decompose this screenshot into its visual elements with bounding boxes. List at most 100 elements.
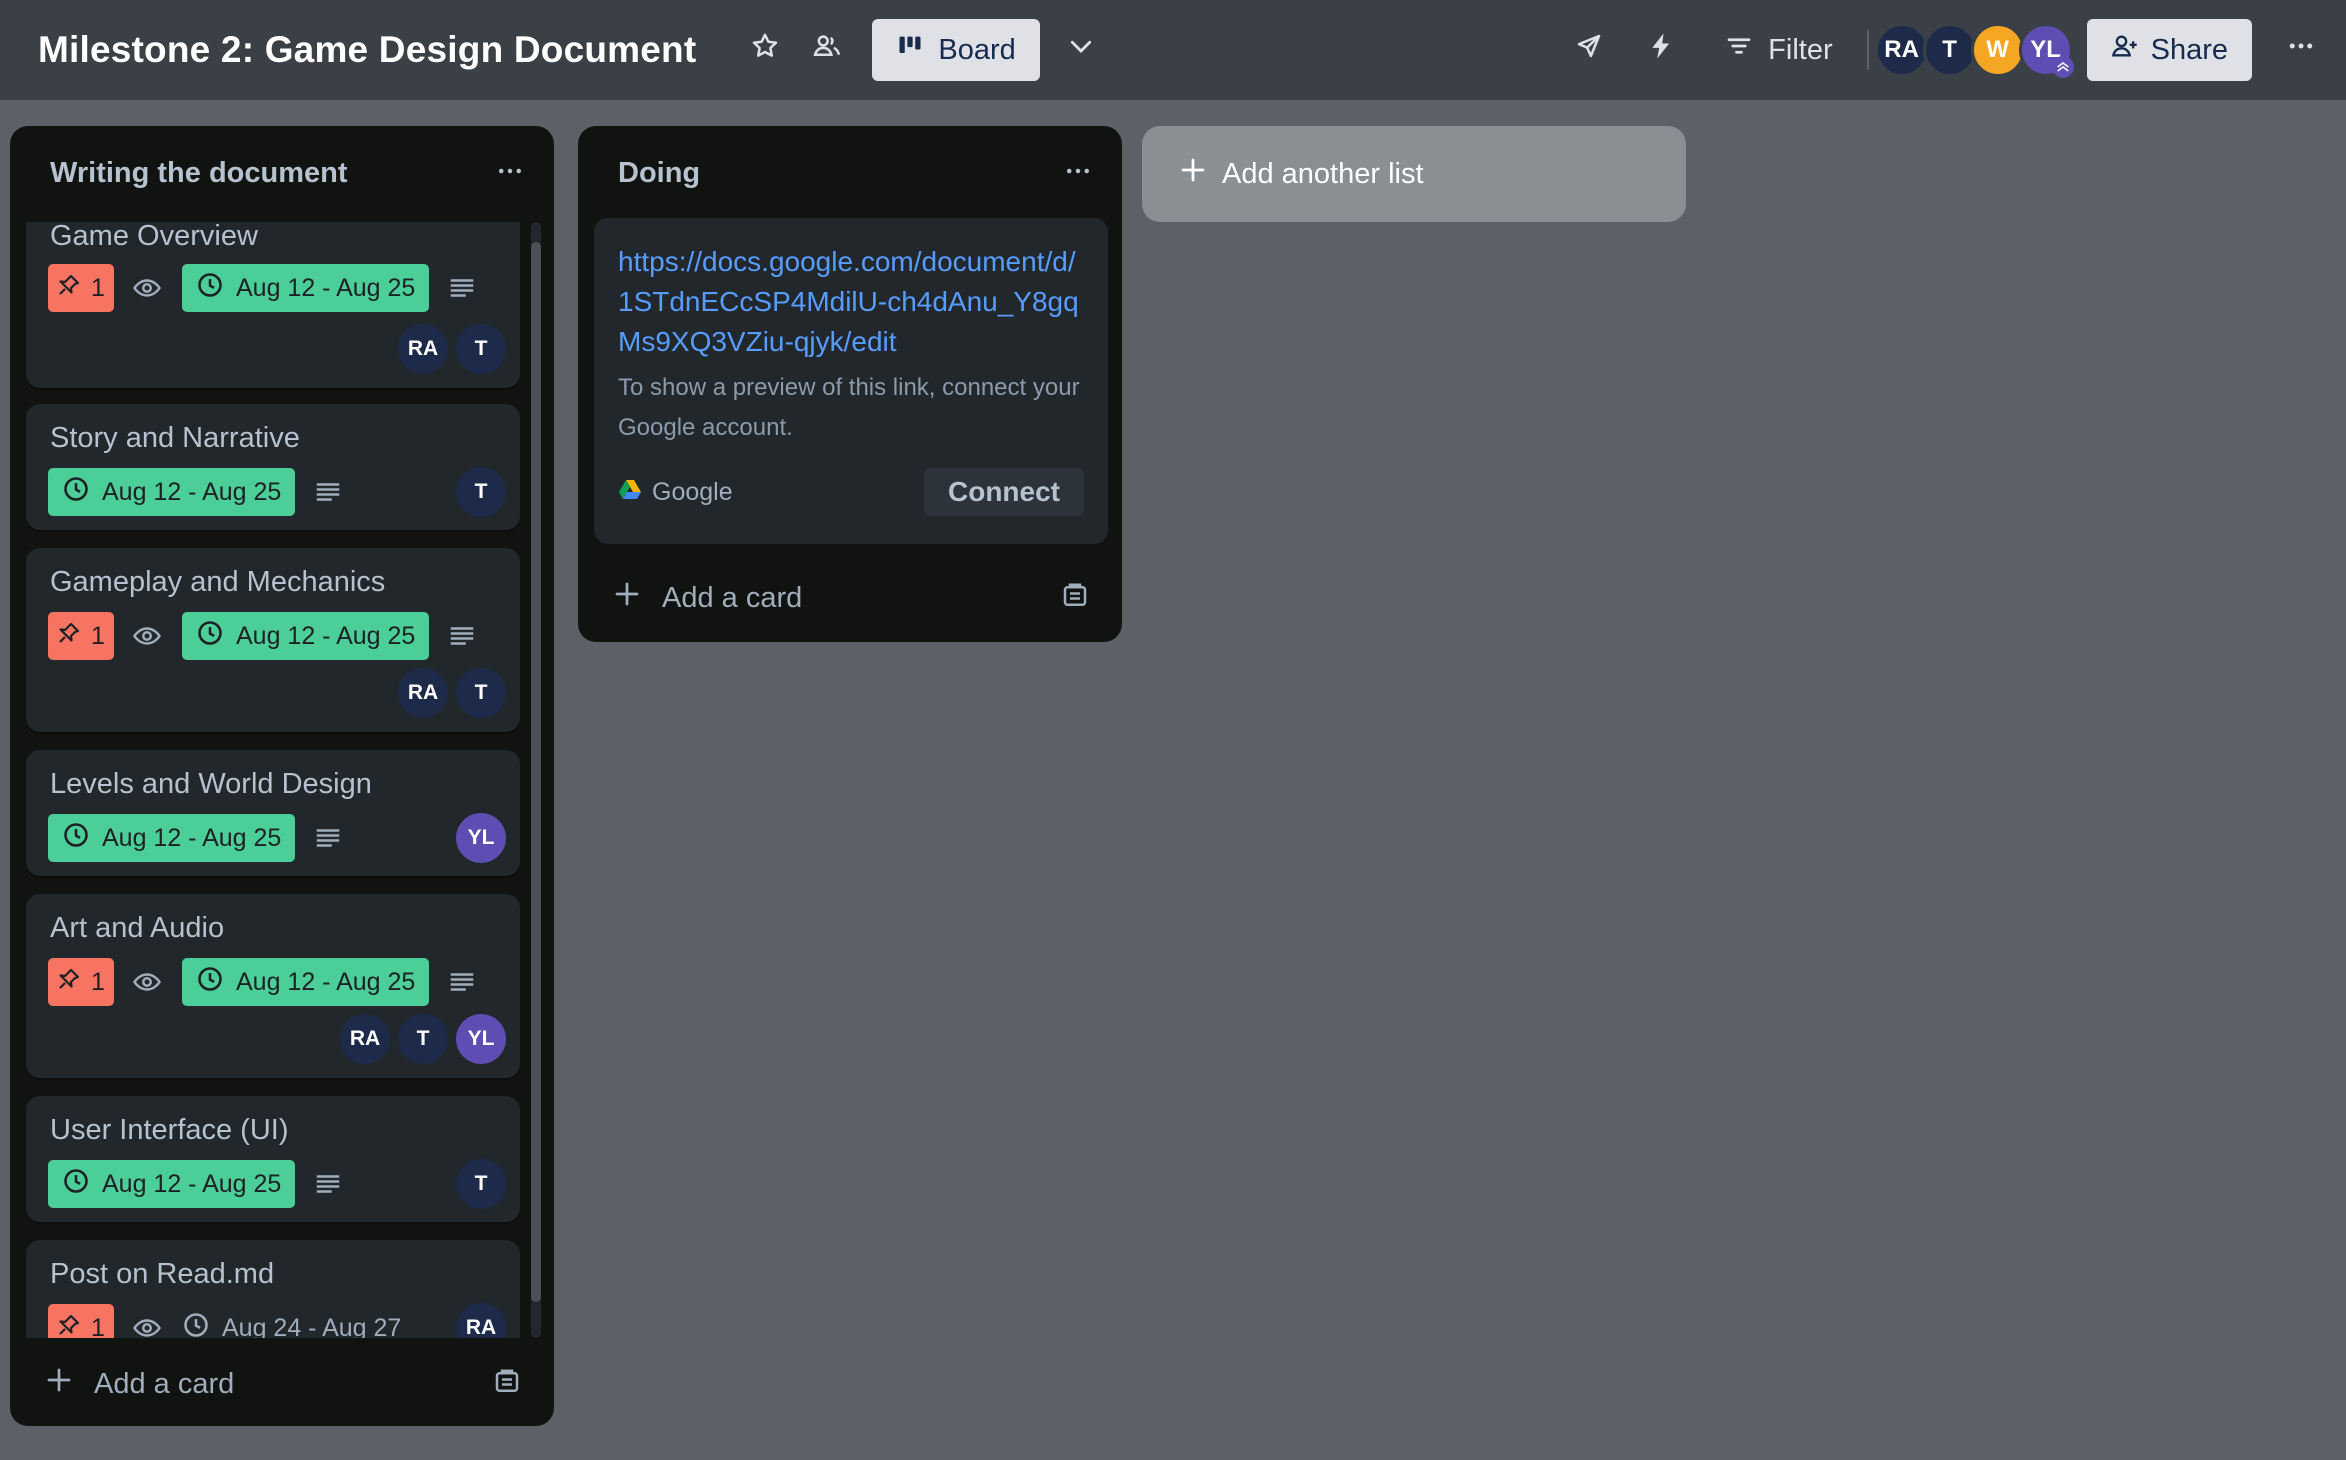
visibility-button[interactable]	[796, 19, 858, 81]
filter-icon	[1724, 31, 1754, 69]
member-avatar[interactable]: RA	[340, 1014, 390, 1064]
card[interactable]: Gameplay and Mechanics 1 Aug 12 - Aug 25…	[26, 548, 520, 732]
member-avatar[interactable]: YL	[456, 1014, 506, 1064]
eye-icon	[132, 273, 162, 303]
priority-badge: 1	[48, 1304, 114, 1338]
card[interactable]: Story and Narrative Aug 12 - Aug 25 T	[26, 404, 520, 530]
date-range: Aug 12 - Aug 25	[102, 477, 282, 506]
avatar[interactable]: W	[1970, 23, 2025, 77]
card-title: Story and Narrative	[50, 422, 300, 454]
share-label: Share	[2150, 33, 2228, 66]
template-icon	[1060, 581, 1090, 616]
due-date-badge[interactable]: Aug 12 - Aug 25	[48, 814, 296, 862]
description-icon	[313, 823, 343, 853]
board-title[interactable]: Milestone 2: Game Design Document	[38, 29, 696, 71]
list-title[interactable]: Doing	[618, 157, 700, 190]
header-divider	[1866, 30, 1869, 70]
connect-button[interactable]: Connect	[924, 468, 1084, 516]
more-icon	[495, 156, 525, 191]
due-date-badge[interactable]: Aug 12 - Aug 25	[48, 468, 296, 516]
link-card[interactable]: https://docs.google.com/document/d/1STdn…	[594, 218, 1108, 544]
due-date-badge[interactable]: Aug 12 - Aug 25	[182, 264, 430, 312]
scrollbar-thumb[interactable]	[531, 242, 541, 1302]
description-icon	[447, 967, 477, 997]
card-title: Art and Audio	[50, 912, 225, 944]
board-header: Milestone 2: Game Design Document Board	[0, 0, 2346, 100]
add-card-button[interactable]: Add a card	[612, 568, 802, 628]
card[interactable]: Levels and World Design Aug 12 - Aug 25 …	[26, 750, 520, 876]
add-card-label: Add a card	[94, 1367, 235, 1400]
member-avatar[interactable]: T	[456, 324, 506, 374]
list-actions-button[interactable]	[1054, 149, 1102, 197]
card-badges: Aug 12 - Aug 25	[48, 814, 343, 862]
avatar[interactable]: T	[1922, 23, 1977, 77]
member-avatar[interactable]: RA	[398, 668, 448, 718]
priority-value: 1	[91, 967, 105, 996]
date-range: Aug 12 - Aug 25	[236, 621, 416, 650]
member-avatar[interactable]: YL	[456, 813, 506, 863]
list-title[interactable]: Writing the document	[50, 157, 348, 190]
member-avatar[interactable]: T	[456, 1159, 506, 1209]
star-icon	[750, 31, 780, 69]
plus-icon	[612, 579, 642, 617]
plus-icon	[44, 1365, 74, 1403]
card[interactable]: Art and Audio 1 Aug 12 - Aug 25 RA T YL	[26, 894, 520, 1078]
member-avatar[interactable]: RA	[398, 324, 448, 374]
member-avatar[interactable]: RA	[456, 1303, 506, 1338]
member-avatar[interactable]: T	[456, 668, 506, 718]
list-scrollbar[interactable]	[531, 222, 541, 1338]
priority-badge: 1	[48, 264, 114, 312]
add-member-icon	[2111, 32, 2139, 68]
board-menu-button[interactable]	[2270, 19, 2332, 81]
avatar[interactable]: YL	[2018, 23, 2074, 78]
date-range: Aug 12 - Aug 25	[236, 967, 416, 996]
list-actions-button[interactable]	[486, 149, 534, 197]
link-url[interactable]: https://docs.google.com/document/d/1STdn…	[618, 242, 1088, 362]
automation-button[interactable]	[1630, 19, 1692, 81]
add-another-list-button[interactable]: Add another list	[1142, 126, 1686, 222]
card[interactable]: Post on Read.md 1 Aug 24 - Aug 27 RA	[26, 1240, 520, 1338]
add-card-button[interactable]: Add a card	[44, 1354, 234, 1414]
card-list: Game Overview 1 Aug 12 - Aug 25 RA T Sto…	[16, 222, 530, 1338]
board-members: RA T W YL	[1874, 23, 2074, 78]
board-view-button[interactable]: Board	[872, 19, 1040, 81]
card-title: Gameplay and Mechanics	[50, 566, 386, 598]
clock-icon	[182, 1311, 210, 1339]
create-from-template-button[interactable]	[490, 1367, 524, 1401]
pin-icon	[57, 1313, 81, 1339]
list-header[interactable]: Doing	[578, 126, 1122, 220]
clock-icon	[196, 271, 224, 306]
clock-icon	[62, 821, 90, 856]
card-badges: 1 Aug 12 - Aug 25	[48, 612, 477, 660]
priority-value: 1	[91, 273, 105, 302]
date-range: Aug 12 - Aug 25	[102, 1169, 282, 1198]
lightning-icon	[1646, 31, 1676, 69]
card-members: YL	[456, 813, 506, 863]
due-date-badge[interactable]: Aug 12 - Aug 25	[182, 958, 430, 1006]
pin-icon	[57, 621, 81, 652]
card[interactable]: User Interface (UI) Aug 12 - Aug 25 T	[26, 1096, 520, 1222]
due-date-badge[interactable]: Aug 12 - Aug 25	[48, 1160, 296, 1208]
card-members: RA T YL	[340, 1014, 506, 1064]
list-header[interactable]: Writing the document	[10, 126, 554, 220]
power-ups-button[interactable]	[1558, 19, 1620, 81]
filter-button[interactable]: Filter	[1702, 19, 1854, 81]
card-title: Post on Read.md	[50, 1258, 275, 1290]
share-button[interactable]: Share	[2086, 19, 2252, 81]
star-button[interactable]	[734, 19, 796, 81]
filter-label: Filter	[1768, 33, 1833, 66]
due-date-badge[interactable]: Aug 12 - Aug 25	[182, 612, 430, 660]
member-avatar[interactable]: T	[456, 467, 506, 517]
description-icon	[447, 273, 477, 303]
view-switcher-button[interactable]	[1050, 19, 1112, 81]
member-avatar[interactable]: T	[398, 1014, 448, 1064]
avatar[interactable]: RA	[1874, 23, 1929, 77]
card[interactable]: Game Overview 1 Aug 12 - Aug 25 RA T	[26, 222, 520, 388]
due-date-badge[interactable]: Aug 24 - Aug 27	[182, 1304, 405, 1338]
card-members: RA	[456, 1303, 506, 1338]
chevron-down-icon	[1066, 31, 1096, 69]
create-from-template-button[interactable]	[1058, 581, 1092, 615]
card-badges: Aug 12 - Aug 25	[48, 1160, 343, 1208]
pin-icon	[57, 273, 81, 304]
description-icon	[447, 621, 477, 651]
